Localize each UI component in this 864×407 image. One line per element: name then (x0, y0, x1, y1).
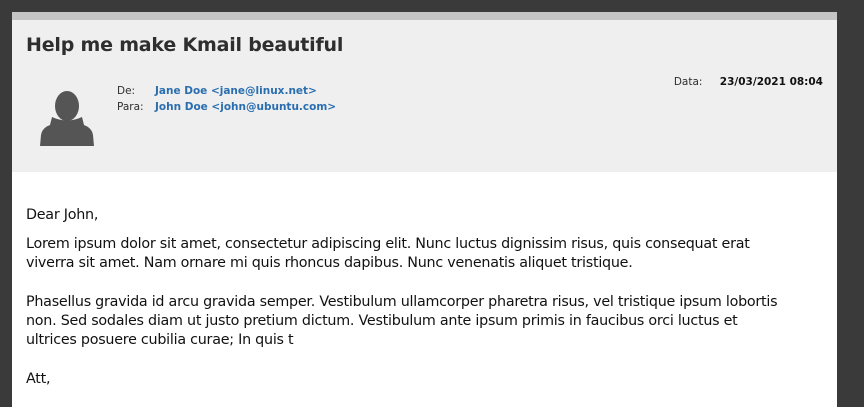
message-header: Help me make Kmail beautiful De: Jane Do… (12, 20, 837, 172)
body-paragraph-1: Lorem ipsum dolor sit amet, consectetur … (26, 236, 750, 271)
message-viewer: Help me make Kmail beautiful De: Jane Do… (12, 12, 837, 407)
to-address-link[interactable]: John Doe <john@ubuntu.com> (155, 99, 336, 115)
email-body[interactable]: Dear John, Lorem ipsum dolor sit amet, c… (26, 206, 786, 407)
body-greeting: Dear John, (26, 207, 99, 223)
from-label: De: (117, 85, 136, 97)
to-row: Para: John Doe <john@ubuntu.com> (117, 99, 336, 115)
email-subject: Help me make Kmail beautiful (26, 34, 344, 56)
body-paragraph-2: Phasellus gravida id arcu gravida semper… (26, 294, 778, 348)
date-value: 23/03/2021 08:04 (719, 76, 823, 88)
to-label: Para: (117, 101, 144, 113)
date-block: Data: 23/03/2021 08:04 (674, 76, 823, 88)
from-address-link[interactable]: Jane Doe <jane@linux.net> (155, 83, 317, 99)
body-closing: Att, (26, 371, 51, 387)
date-label: Data: (673, 76, 703, 88)
user-silhouette-icon (40, 90, 94, 146)
address-block: De: Jane Doe <jane@linux.net> Para: John… (117, 83, 336, 115)
from-row: De: Jane Doe <jane@linux.net> (117, 83, 336, 99)
